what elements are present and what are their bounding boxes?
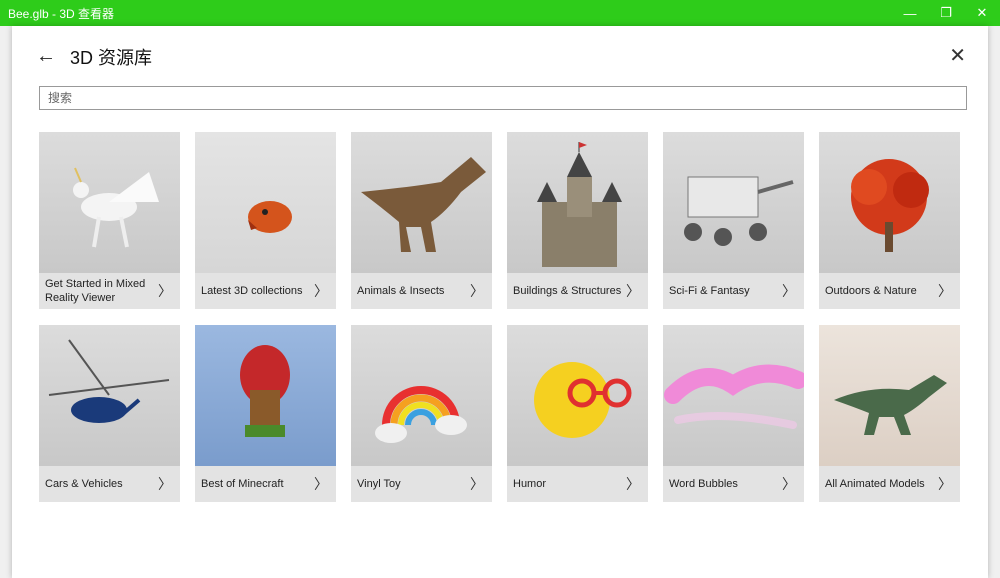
tile-label: All Animated Models xyxy=(825,478,925,490)
tile-label-area: Sci-Fi & Fantasy 〉 xyxy=(663,273,804,309)
tile-label: Animals & Insects xyxy=(357,285,445,297)
chevron-right-icon: 〉 xyxy=(938,283,952,299)
restore-button[interactable]: ❐ xyxy=(928,0,964,26)
tile-latest-collections[interactable]: Latest 3D collections 〉 xyxy=(195,132,336,309)
tile-label-area: All Animated Models 〉 xyxy=(819,466,960,502)
tile-label: Get Started in Mixed Reality Viewer xyxy=(45,278,146,304)
tile-cars-vehicles[interactable]: Cars & Vehicles 〉 xyxy=(39,325,180,502)
tile-outdoors-nature[interactable]: Outdoors & Nature 〉 xyxy=(819,132,960,309)
chevron-right-icon: 〉 xyxy=(470,283,484,299)
castle-thumbnail xyxy=(507,132,648,273)
tile-label-area: Cars & Vehicles 〉 xyxy=(39,466,180,502)
tile-label: Outdoors & Nature xyxy=(825,285,917,297)
tile-label-area: Outdoors & Nature 〉 xyxy=(819,273,960,309)
tile-label: Sci-Fi & Fantasy xyxy=(669,285,750,297)
trex-thumbnail xyxy=(351,132,492,273)
tile-label-area: Best of Minecraft 〉 xyxy=(195,466,336,502)
tile-all-animated-models[interactable]: All Animated Models 〉 xyxy=(819,325,960,502)
tile-label-area: Buildings & Structures 〉 xyxy=(507,273,648,309)
tile-label-area: Humor 〉 xyxy=(507,466,648,502)
chevron-right-icon: 〉 xyxy=(938,476,952,492)
tile-label: Buildings & Structures xyxy=(513,285,622,297)
minimize-button[interactable]: — xyxy=(892,0,928,26)
tree-thumbnail xyxy=(819,132,960,273)
tile-humor[interactable]: Humor 〉 xyxy=(507,325,648,502)
tile-vinyl-toy[interactable]: Vinyl Toy 〉 xyxy=(351,325,492,502)
tile-label-area: Get Started in Mixed Reality Viewer 〉 xyxy=(39,273,180,309)
rainbow-thumbnail xyxy=(351,325,492,466)
rover-thumbnail xyxy=(663,132,804,273)
tile-label: Latest 3D collections xyxy=(201,285,303,297)
library-dialog: ← 3D 资源库 ✕ 搜索 Get Started in Mixed Reali… xyxy=(12,26,988,578)
tile-word-bubbles[interactable]: Word Bubbles 〉 xyxy=(663,325,804,502)
tile-label-area: Word Bubbles 〉 xyxy=(663,466,804,502)
chevron-right-icon: 〉 xyxy=(158,283,172,299)
minecraft-thumbnail xyxy=(195,325,336,466)
chevron-right-icon: 〉 xyxy=(782,476,796,492)
close-window-button[interactable]: ✕ xyxy=(964,0,1000,26)
fish-thumbnail xyxy=(195,132,336,273)
tile-best-of-minecraft[interactable]: Best of Minecraft 〉 xyxy=(195,325,336,502)
helicopter-thumbnail xyxy=(39,325,180,466)
close-icon[interactable]: ✕ xyxy=(949,44,966,68)
chevron-right-icon: 〉 xyxy=(782,283,796,299)
unicorn-thumbnail xyxy=(39,132,180,273)
tile-scifi-fantasy[interactable]: Sci-Fi & Fantasy 〉 xyxy=(663,132,804,309)
dialog-header: ← 3D 资源库 ✕ xyxy=(12,26,988,86)
chevron-right-icon: 〉 xyxy=(314,283,328,299)
tile-get-started[interactable]: Get Started in Mixed Reality Viewer 〉 xyxy=(39,132,180,309)
tile-animals-insects[interactable]: Animals & Insects 〉 xyxy=(351,132,492,309)
tile-label: Vinyl Toy xyxy=(357,478,401,490)
emoji-thumbnail xyxy=(507,325,648,466)
tile-label: Best of Minecraft xyxy=(201,478,284,490)
chevron-right-icon: 〉 xyxy=(470,476,484,492)
tile-label-area: Vinyl Toy 〉 xyxy=(351,466,492,502)
chevron-right-icon: 〉 xyxy=(158,476,172,492)
search-input[interactable]: 搜索 xyxy=(39,86,967,110)
back-arrow-icon[interactable]: ← xyxy=(36,44,60,68)
tile-buildings-structures[interactable]: Buildings & Structures 〉 xyxy=(507,132,648,309)
tile-label-area: Animals & Insects 〉 xyxy=(351,273,492,309)
tile-label-area: Latest 3D collections 〉 xyxy=(195,273,336,309)
word-bubbles-thumbnail xyxy=(663,325,804,466)
tile-label: Word Bubbles xyxy=(669,478,738,490)
chevron-right-icon: 〉 xyxy=(626,476,640,492)
window-title: Bee.glb - 3D 查看器 xyxy=(8,6,115,21)
tile-label: Cars & Vehicles xyxy=(45,478,123,490)
dialog-title: 3D 资源库 xyxy=(70,48,153,68)
tile-label: Humor xyxy=(513,478,547,490)
chevron-right-icon: 〉 xyxy=(314,476,328,492)
chevron-right-icon: 〉 xyxy=(626,283,640,299)
window-titlebar: Bee.glb - 3D 查看器 — ❐ ✕ xyxy=(0,0,1000,26)
animated-dino-thumbnail xyxy=(819,325,960,466)
